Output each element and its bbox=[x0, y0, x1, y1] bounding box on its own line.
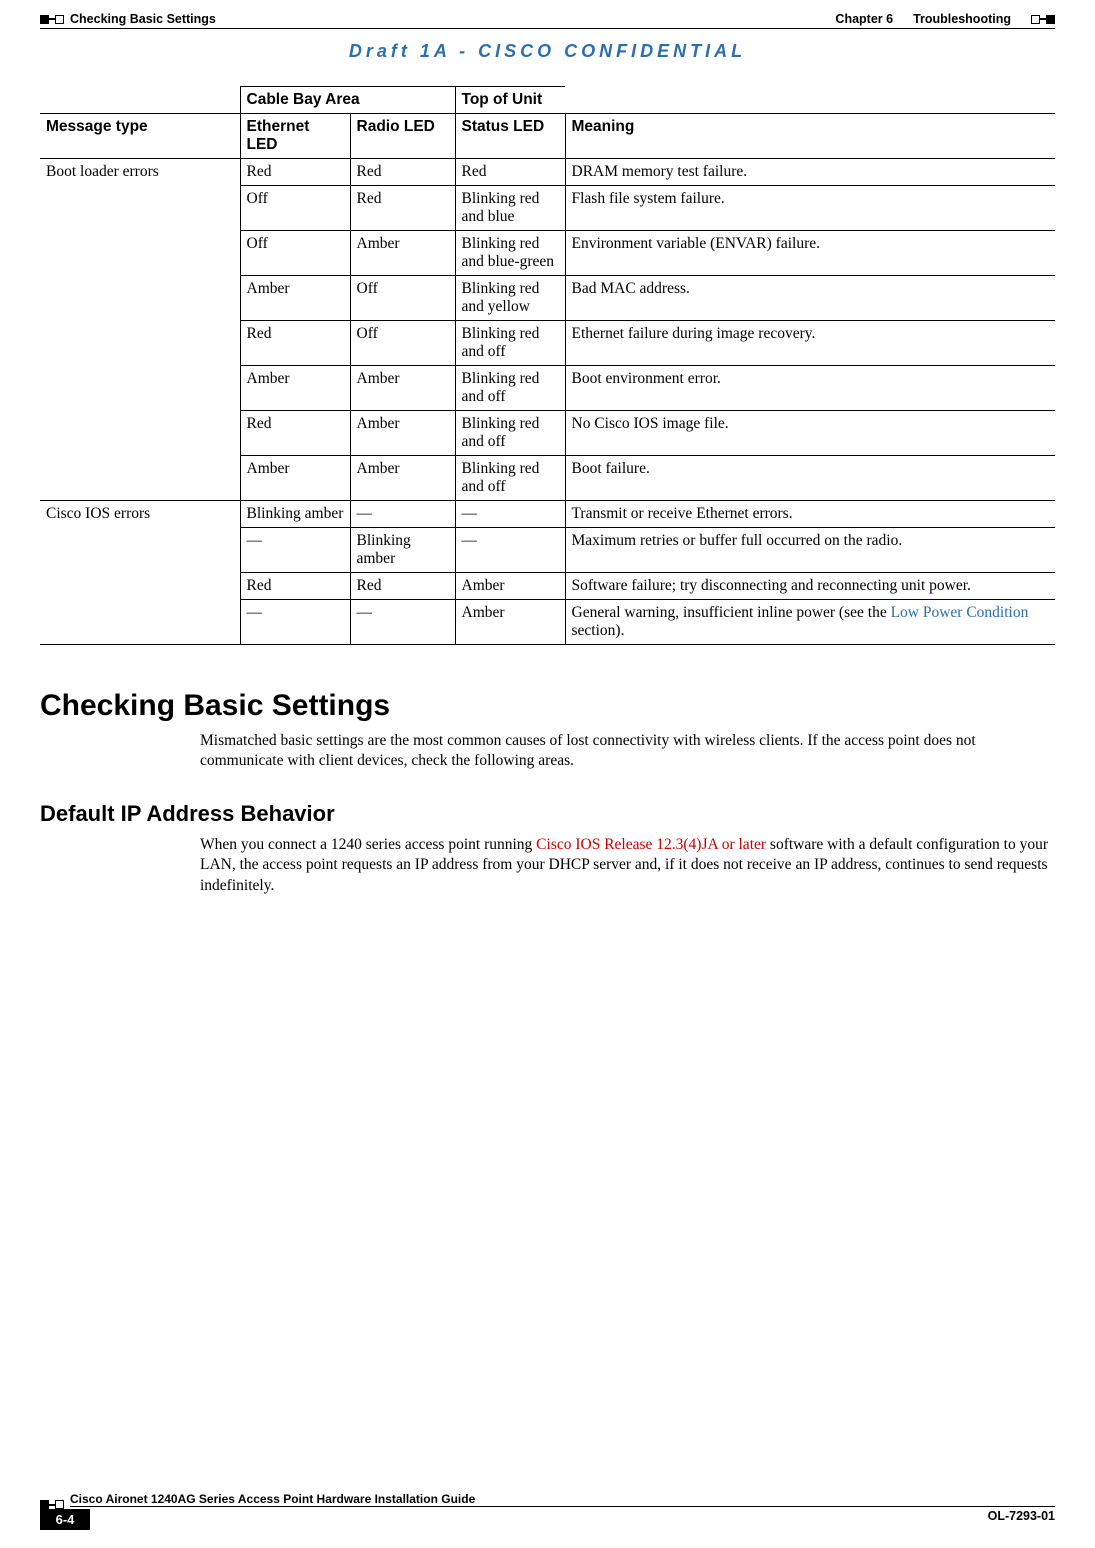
cell-radio: Off bbox=[350, 321, 455, 366]
header-rule bbox=[40, 28, 1055, 29]
footer-guide-title: Cisco Aironet 1240AG Series Access Point… bbox=[70, 1492, 1055, 1506]
page-header: Checking Basic Settings Chapter 6 Troubl… bbox=[40, 12, 1055, 26]
cell-meaning: Maximum retries or buffer full occurred … bbox=[565, 528, 1055, 573]
header-chapter-name: Troubleshooting bbox=[913, 12, 1011, 26]
meaning-text-pre: General warning, insufficient inline pow… bbox=[572, 604, 891, 621]
cell-meaning: Environment variable (ENVAR) failure. bbox=[565, 231, 1055, 276]
cell-radio: Off bbox=[350, 276, 455, 321]
page-footer: Cisco Aironet 1240AG Series Access Point… bbox=[40, 1490, 1055, 1530]
cell-radio: Amber bbox=[350, 411, 455, 456]
col-header-meaning: Meaning bbox=[565, 114, 1055, 159]
col-header-message-type: Message type bbox=[40, 114, 240, 159]
cell-ethernet: Amber bbox=[240, 366, 350, 411]
cell-radio: Red bbox=[350, 573, 455, 600]
header-chapter-number: Chapter 6 bbox=[835, 12, 893, 26]
cell-status: Amber bbox=[455, 600, 565, 645]
footer-ornament bbox=[40, 1500, 64, 1509]
draft-confidential-banner: Draft 1A - CISCO CONFIDENTIAL bbox=[40, 41, 1055, 62]
cell-ethernet: — bbox=[240, 528, 350, 573]
cell-radio: — bbox=[350, 501, 455, 528]
table-header-cable-bay: Cable Bay Area bbox=[240, 87, 455, 114]
cell-meaning: Ethernet failure during image recovery. bbox=[565, 321, 1055, 366]
cell-ethernet: Red bbox=[240, 321, 350, 366]
header-section-title: Checking Basic Settings bbox=[70, 12, 216, 26]
cell-radio: Red bbox=[350, 159, 455, 186]
cell-status: Blinking red and blue bbox=[455, 186, 565, 231]
cell-ethernet: Amber bbox=[240, 456, 350, 501]
section-paragraph: Mismatched basic settings are the most c… bbox=[200, 731, 1055, 771]
cell-status: Blinking red and off bbox=[455, 411, 565, 456]
cell-meaning: General warning, insufficient inline pow… bbox=[565, 600, 1055, 645]
led-status-table: Cable Bay Area Top of Unit Message type … bbox=[40, 86, 1055, 645]
cell-status: Blinking red and yellow bbox=[455, 276, 565, 321]
cell-ethernet: Red bbox=[240, 159, 350, 186]
row-group-label: Boot loader errors bbox=[40, 159, 240, 501]
cell-radio: — bbox=[350, 600, 455, 645]
table-header-top-of-unit: Top of Unit bbox=[455, 87, 565, 114]
cell-meaning: Software failure; try disconnecting and … bbox=[565, 573, 1055, 600]
cell-ethernet: Amber bbox=[240, 276, 350, 321]
cell-status: Blinking red and off bbox=[455, 321, 565, 366]
cell-status: Blinking red and off bbox=[455, 366, 565, 411]
meaning-text-post: section). bbox=[572, 622, 625, 639]
subsection-paragraph: When you connect a 1240 series access po… bbox=[200, 835, 1055, 895]
cell-ethernet: Red bbox=[240, 573, 350, 600]
table-row: Boot loader errors Red Red Red DRAM memo… bbox=[40, 159, 1055, 186]
cell-meaning: No Cisco IOS image file. bbox=[565, 411, 1055, 456]
subsection-heading-default-ip: Default IP Address Behavior bbox=[40, 801, 1055, 827]
para-text-pre: When you connect a 1240 series access po… bbox=[200, 836, 536, 853]
cell-ethernet: Blinking amber bbox=[240, 501, 350, 528]
cell-meaning: Transmit or receive Ethernet errors. bbox=[565, 501, 1055, 528]
cell-ethernet: Red bbox=[240, 411, 350, 456]
cell-radio: Amber bbox=[350, 366, 455, 411]
cell-status: — bbox=[455, 528, 565, 573]
cell-meaning: Boot environment error. bbox=[565, 366, 1055, 411]
cell-radio: Red bbox=[350, 186, 455, 231]
para-text-release: Cisco IOS Release 12.3(4)JA or later bbox=[536, 836, 766, 853]
cell-radio: Amber bbox=[350, 231, 455, 276]
footer-page-number: 6-4 bbox=[40, 1509, 90, 1530]
cell-ethernet: Off bbox=[240, 231, 350, 276]
col-header-status: Status LED bbox=[455, 114, 565, 159]
cell-status: Blinking red and off bbox=[455, 456, 565, 501]
cell-radio: Blinking amber bbox=[350, 528, 455, 573]
table-row: Cisco IOS errors Blinking amber — — Tran… bbox=[40, 501, 1055, 528]
cell-status: — bbox=[455, 501, 565, 528]
cell-status: Blinking red and blue-green bbox=[455, 231, 565, 276]
cell-radio: Amber bbox=[350, 456, 455, 501]
cell-ethernet: Off bbox=[240, 186, 350, 231]
header-ornament-right bbox=[1031, 15, 1055, 24]
cell-meaning: Bad MAC address. bbox=[565, 276, 1055, 321]
table-header-blank bbox=[40, 87, 240, 114]
footer-rule bbox=[70, 1506, 1055, 1507]
table-header-blank-2 bbox=[565, 87, 1055, 114]
cell-status: Red bbox=[455, 159, 565, 186]
section-heading-checking-basic-settings: Checking Basic Settings bbox=[40, 689, 1055, 723]
col-header-radio: Radio LED bbox=[350, 114, 455, 159]
footer-doc-id: OL-7293-01 bbox=[988, 1509, 1055, 1523]
cell-meaning: Flash file system failure. bbox=[565, 186, 1055, 231]
col-header-ethernet: Ethernet LED bbox=[240, 114, 350, 159]
row-group-label: Cisco IOS errors bbox=[40, 501, 240, 645]
low-power-condition-link[interactable]: Low Power Condition bbox=[891, 604, 1029, 621]
cell-meaning: DRAM memory test failure. bbox=[565, 159, 1055, 186]
cell-ethernet: — bbox=[240, 600, 350, 645]
cell-meaning: Boot failure. bbox=[565, 456, 1055, 501]
cell-status: Amber bbox=[455, 573, 565, 600]
header-ornament-left bbox=[40, 15, 64, 24]
